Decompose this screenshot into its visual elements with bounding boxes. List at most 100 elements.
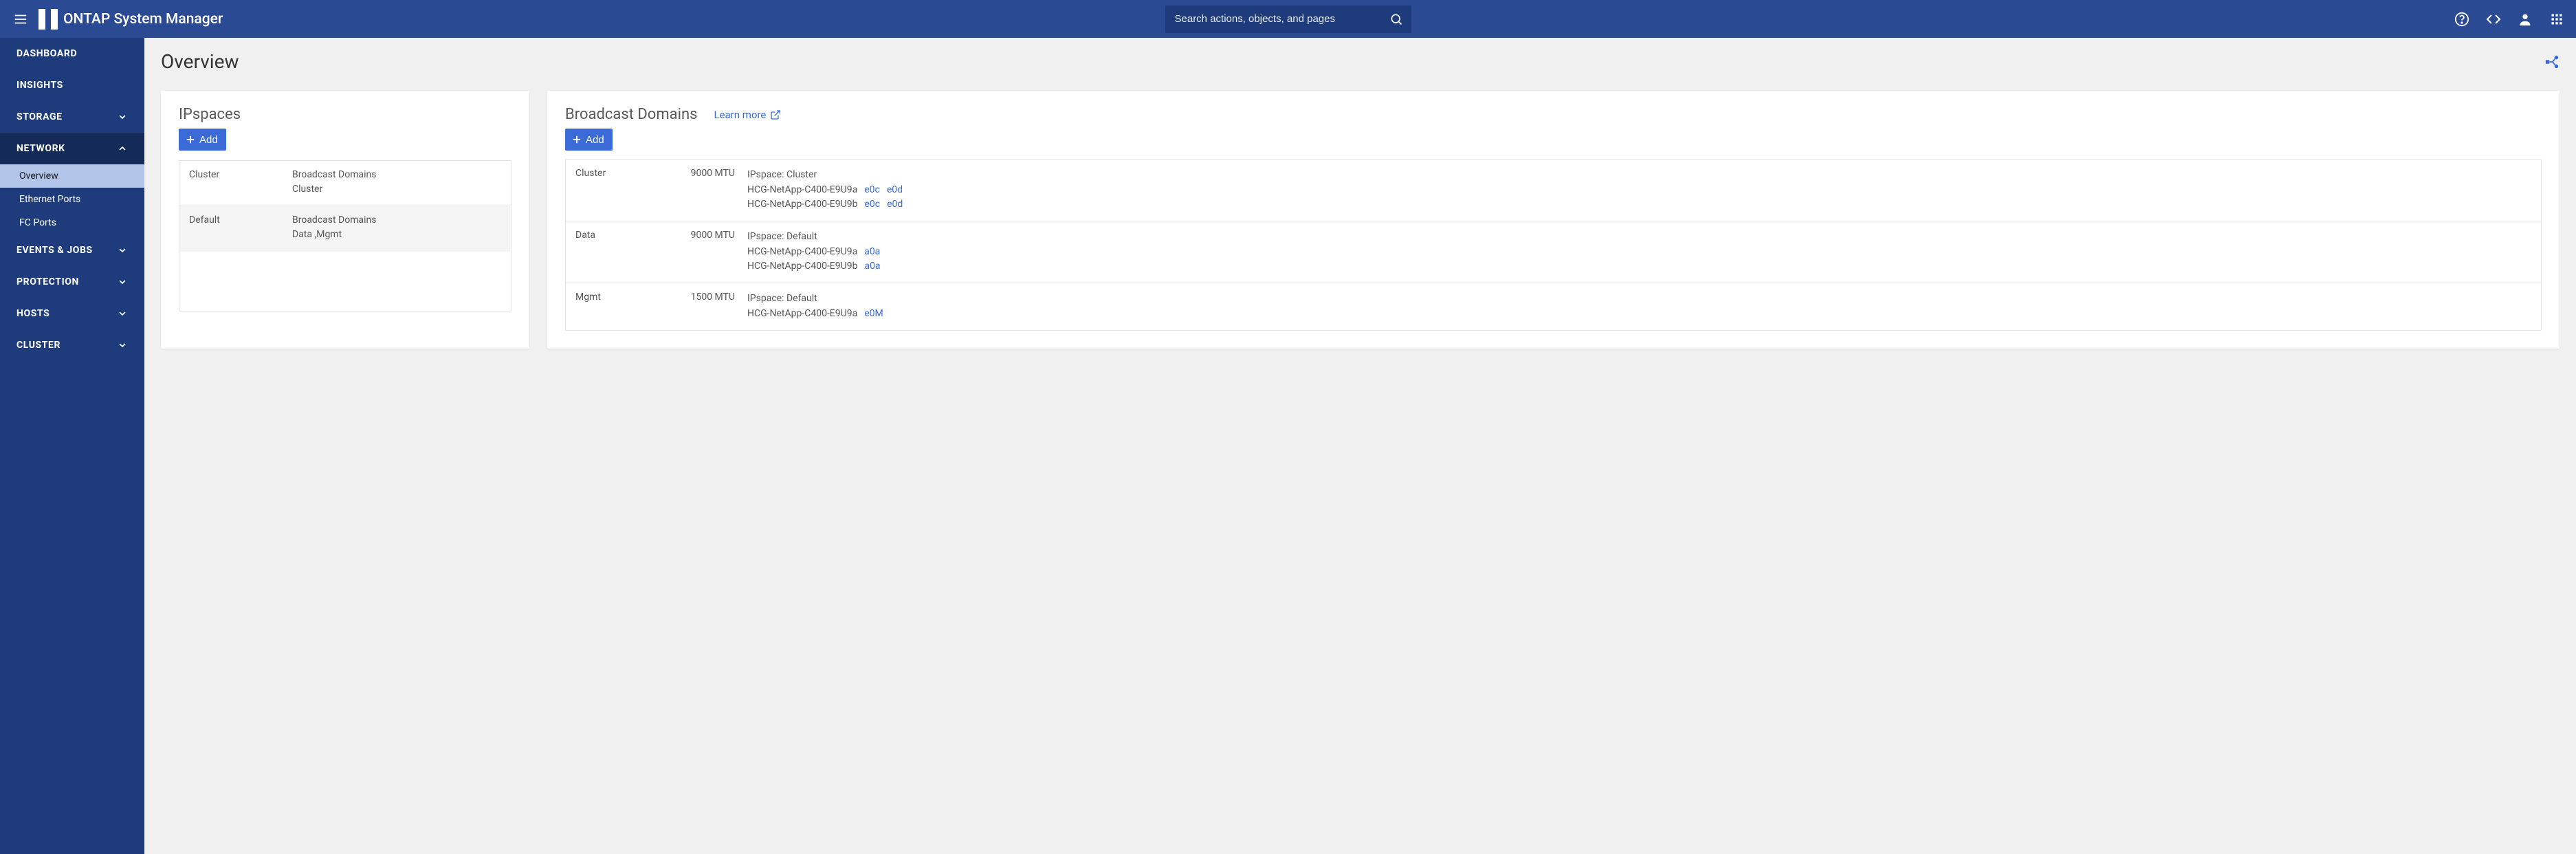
sidebar-item-hosts[interactable]: Hosts bbox=[0, 298, 144, 329]
apps-grid-icon bbox=[2550, 12, 2564, 26]
port-link[interactable]: e0c bbox=[864, 184, 880, 195]
sidebar-item-label: Dashboard bbox=[16, 48, 77, 59]
ipspace-desc: Broadcast DomainsCluster bbox=[292, 168, 501, 197]
user-button[interactable] bbox=[2516, 10, 2535, 29]
sidebar-item-label: Events & Jobs bbox=[16, 245, 93, 256]
ipspaces-table: ClusterBroadcast DomainsClusterDefaultBr… bbox=[179, 160, 511, 311]
brand: ONTAP System Manager bbox=[38, 9, 223, 30]
plus-icon bbox=[571, 133, 583, 146]
broadcast-name: Data bbox=[575, 230, 685, 274]
port-link[interactable]: e0c bbox=[864, 199, 880, 210]
broadcast-row[interactable]: Cluster9000 MTUIPspace: ClusterHCG-NetAp… bbox=[566, 160, 2541, 221]
api-button[interactable] bbox=[2484, 10, 2503, 29]
broadcast-node: HCG-NetApp-C400-E9U9b bbox=[747, 199, 857, 210]
sidebar-item-storage[interactable]: Storage bbox=[0, 101, 144, 133]
broadcast-row[interactable]: Mgmt1500 MTUIPspace: DefaultHCG-NetApp-C… bbox=[566, 283, 2541, 329]
external-link-icon bbox=[770, 109, 781, 120]
broadcast-details: IPspace: ClusterHCG-NetApp-C400-E9U9ae0c… bbox=[747, 168, 2531, 212]
apps-button[interactable] bbox=[2547, 10, 2566, 29]
ipspaces-card: IPspaces Add ClusterBroadcast DomainsClu… bbox=[161, 91, 529, 349]
code-icon bbox=[2485, 11, 2502, 28]
sidebar-subitem-label: Ethernet Ports bbox=[19, 194, 80, 205]
broadcast-mtu: 9000 MTU bbox=[685, 230, 747, 274]
learn-more-label: Learn more bbox=[714, 109, 766, 121]
hamburger-icon bbox=[13, 12, 28, 27]
brand-logo-icon bbox=[38, 9, 58, 30]
search-box bbox=[1165, 6, 1411, 33]
ipspaces-add-label: Add bbox=[199, 134, 218, 146]
port-link[interactable]: e0d bbox=[887, 199, 903, 210]
ipspaces-add-button[interactable]: Add bbox=[179, 129, 226, 151]
sidebar-item-dashboard[interactable]: Dashboard bbox=[0, 38, 144, 69]
broadcast-mtu: 9000 MTU bbox=[685, 168, 747, 212]
broadcast-row[interactable]: Data9000 MTUIPspace: DefaultHCG-NetApp-C… bbox=[566, 221, 2541, 283]
search-input[interactable] bbox=[1165, 13, 1381, 25]
brand-title: ONTAP System Manager bbox=[63, 11, 223, 28]
chevron-down-icon bbox=[117, 276, 128, 287]
broadcast-details: IPspace: DefaultHCG-NetApp-C400-E9U9a e0M bbox=[747, 292, 2531, 321]
broadcast-ipspace: IPspace: Default bbox=[747, 230, 2531, 245]
sidebar-item-events-jobs[interactable]: Events & Jobs bbox=[0, 234, 144, 266]
ipspaces-row[interactable]: DefaultBroadcast DomainsData ,Mgmt bbox=[179, 206, 511, 252]
broadcast-add-label: Add bbox=[586, 134, 604, 146]
search-button[interactable] bbox=[1381, 6, 1411, 33]
help-button[interactable] bbox=[2452, 10, 2472, 29]
broadcast-node: HCG-NetApp-C400-E9U9a bbox=[747, 246, 857, 257]
broadcast-node: HCG-NetApp-C400-E9U9a bbox=[747, 184, 857, 195]
chevron-down-icon bbox=[117, 245, 128, 256]
sidebar-item-protection[interactable]: Protection bbox=[0, 266, 144, 298]
broadcast-learn-more-link[interactable]: Learn more bbox=[714, 109, 781, 121]
plus-icon bbox=[184, 133, 197, 146]
sidebar-item-cluster[interactable]: Cluster bbox=[0, 329, 144, 361]
sidebar: Dashboard Insights Storage Network Overview E… bbox=[0, 38, 144, 854]
sidebar-subitem-label: Overview bbox=[19, 171, 58, 182]
main-content: Overview IPspaces Add ClusterBroadcast D… bbox=[144, 38, 2576, 854]
chevron-down-icon bbox=[117, 340, 128, 351]
broadcast-name: Mgmt bbox=[575, 292, 685, 321]
sidebar-item-label: Insights bbox=[16, 80, 63, 91]
ipspace-desc: Broadcast DomainsData ,Mgmt bbox=[292, 213, 501, 242]
broadcast-add-button[interactable]: Add bbox=[565, 129, 613, 151]
sidebar-subitem-ethernet-ports[interactable]: Ethernet Ports bbox=[0, 188, 144, 211]
search-icon bbox=[1389, 12, 1403, 26]
help-icon bbox=[2454, 12, 2469, 27]
sidebar-subitem-label: FC Ports bbox=[19, 217, 56, 228]
topology-icon bbox=[2544, 54, 2560, 69]
broadcast-mtu: 1500 MTU bbox=[685, 292, 747, 321]
broadcast-node: HCG-NetApp-C400-E9U9a bbox=[747, 308, 857, 319]
sidebar-item-label: Network bbox=[16, 143, 65, 154]
ipspaces-row[interactable]: ClusterBroadcast DomainsCluster bbox=[179, 161, 511, 206]
sidebar-item-label: Storage bbox=[16, 111, 63, 122]
sidebar-item-insights[interactable]: Insights bbox=[0, 69, 144, 101]
broadcast-table: Cluster9000 MTUIPspace: ClusterHCG-NetAp… bbox=[565, 159, 2542, 331]
broadcast-details: IPspace: DefaultHCG-NetApp-C400-E9U9a a0a… bbox=[747, 230, 2531, 274]
chevron-down-icon bbox=[117, 111, 128, 122]
ipspace-name: Default bbox=[189, 213, 292, 226]
page-title: Overview bbox=[161, 50, 239, 73]
sidebar-subitem-fc-ports[interactable]: FC Ports bbox=[0, 211, 144, 234]
page-header: Overview bbox=[161, 38, 2560, 91]
menu-toggle-button[interactable] bbox=[7, 6, 34, 33]
topbar: ONTAP System Manager bbox=[0, 0, 2576, 38]
broadcast-ipspace: IPspace: Default bbox=[747, 292, 2531, 307]
broadcast-domains-card: Broadcast Domains Learn more Add Cluster… bbox=[547, 91, 2560, 349]
port-link[interactable]: a0a bbox=[864, 261, 880, 272]
port-link[interactable]: e0M bbox=[864, 308, 883, 319]
port-link[interactable]: a0a bbox=[864, 246, 880, 257]
broadcast-title: Broadcast Domains bbox=[565, 106, 697, 123]
topology-button[interactable] bbox=[2544, 54, 2560, 69]
ipspaces-title: IPspaces bbox=[179, 106, 241, 123]
topbar-actions bbox=[2452, 10, 2569, 29]
ipspace-name: Cluster bbox=[189, 168, 292, 180]
user-icon bbox=[2518, 12, 2533, 27]
port-link[interactable]: e0d bbox=[887, 184, 903, 195]
sidebar-item-label: Hosts bbox=[16, 308, 49, 319]
chevron-up-icon bbox=[117, 143, 128, 154]
broadcast-name: Cluster bbox=[575, 168, 685, 212]
broadcast-node: HCG-NetApp-C400-E9U9b bbox=[747, 261, 857, 272]
sidebar-item-network[interactable]: Network bbox=[0, 133, 144, 164]
chevron-down-icon bbox=[117, 308, 128, 319]
sidebar-item-label: Cluster bbox=[16, 340, 60, 351]
sidebar-item-label: Protection bbox=[16, 276, 79, 287]
sidebar-subitem-overview[interactable]: Overview bbox=[0, 164, 144, 188]
